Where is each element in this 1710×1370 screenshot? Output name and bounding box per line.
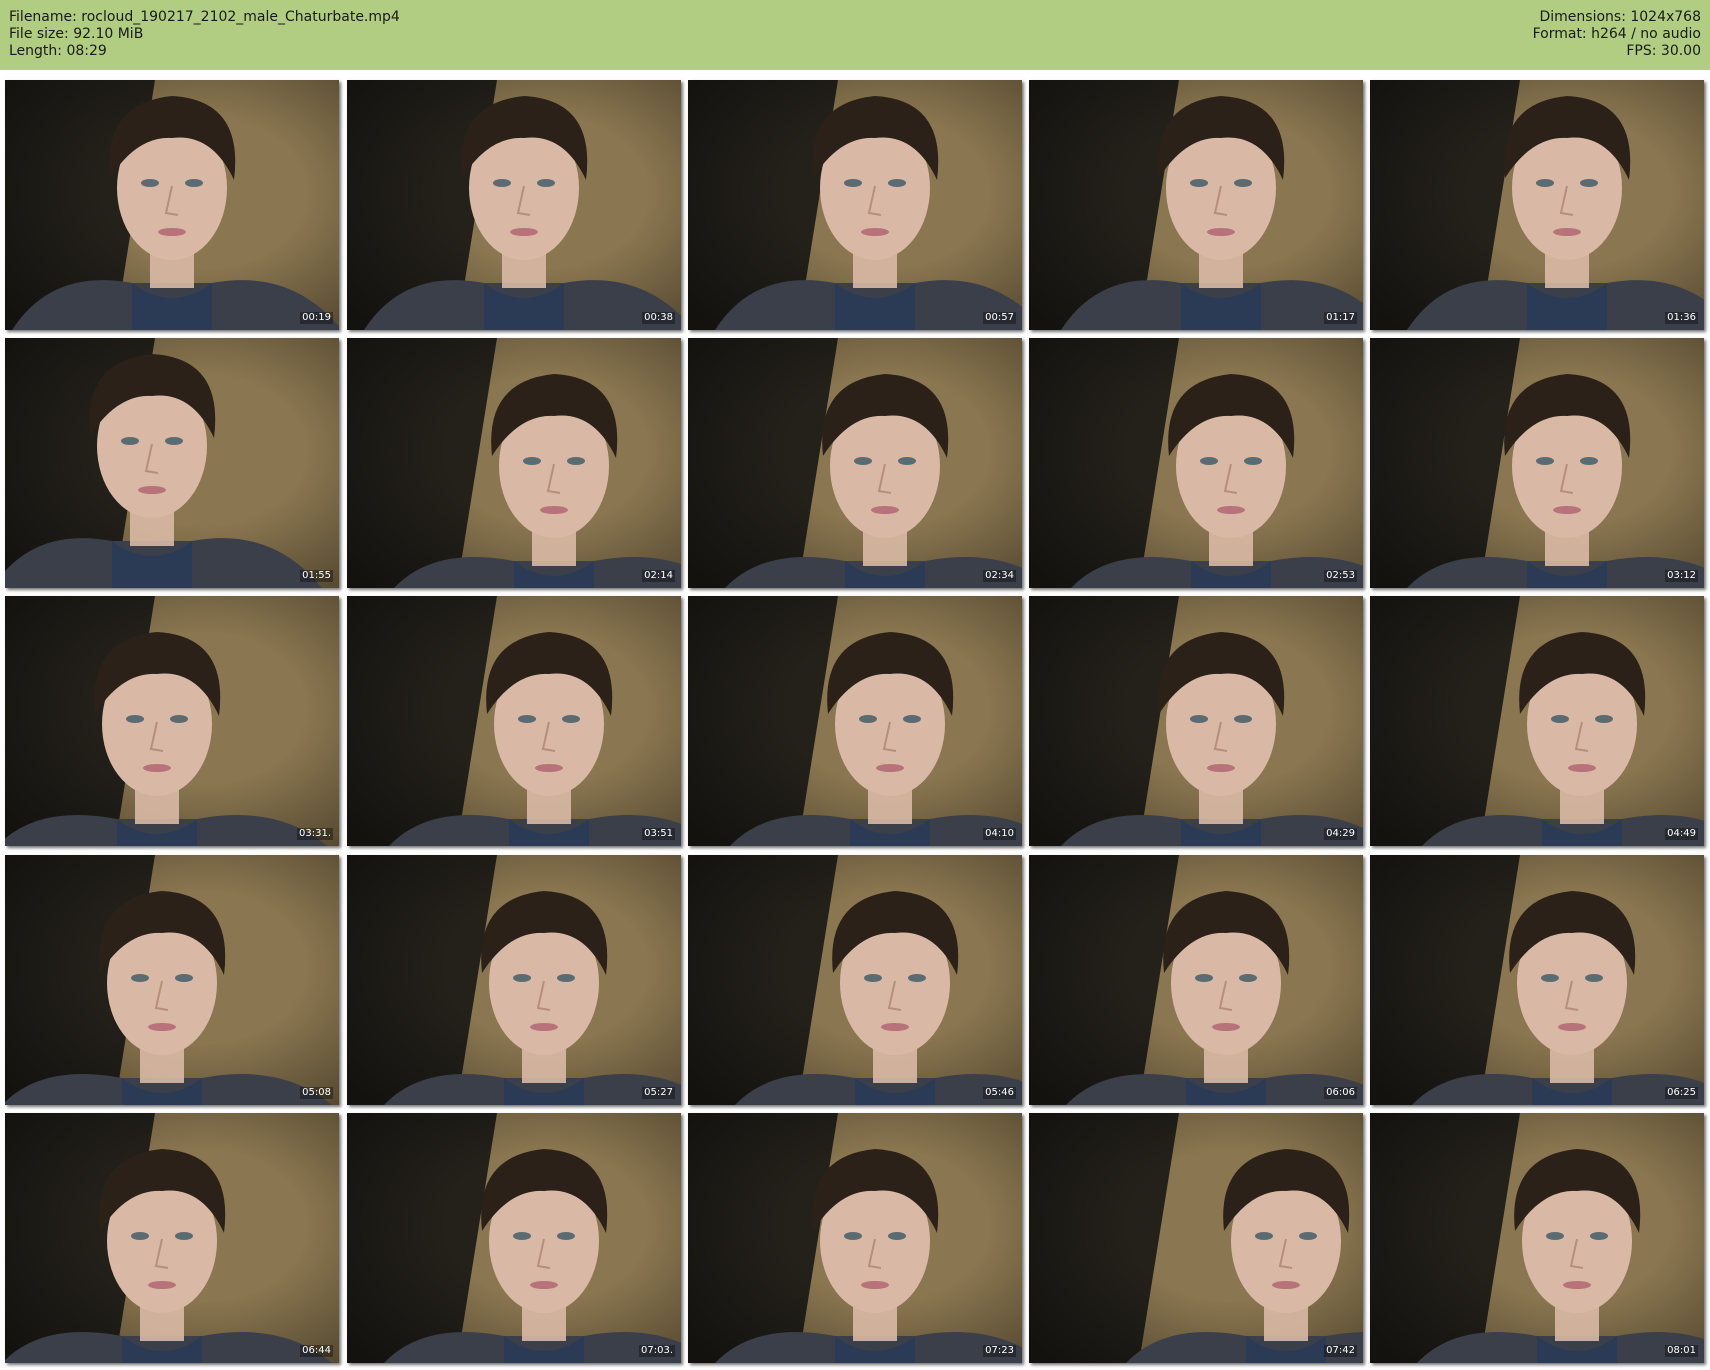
dimensions-text: Dimensions: 1024x768	[1539, 9, 1701, 25]
frame-image	[347, 338, 681, 588]
video-thumbnail[interactable]: 02:34	[688, 338, 1022, 588]
video-thumbnail[interactable]: 03:31.	[5, 596, 339, 846]
video-thumbnail[interactable]: 04:10	[688, 596, 1022, 846]
file-info: Filename: rocloud_190217_2102_male_Chatu…	[9, 9, 400, 60]
video-thumbnail[interactable]: 01:17	[1029, 80, 1363, 330]
timestamp-label: 08:01	[1665, 1345, 1698, 1357]
thumbnail-grid: 00:19 00:38 00:57 01:17 01:36 01:55 02:14 02:34…	[0, 70, 1710, 1370]
video-thumbnail[interactable]: 00:19	[5, 80, 339, 330]
video-thumbnail[interactable]: 02:53	[1029, 338, 1363, 588]
video-thumbnail[interactable]: 01:36	[1370, 80, 1704, 330]
fps-text: FPS: 30.00	[1626, 43, 1701, 59]
video-thumbnail[interactable]: 01:55	[5, 338, 339, 588]
frame-image	[1029, 596, 1363, 846]
length-text: Length: 08:29	[9, 43, 107, 59]
video-thumbnail[interactable]: 07:03.	[347, 1113, 681, 1363]
timestamp-label: 02:53	[1324, 570, 1357, 582]
timestamp-label: 04:49	[1665, 828, 1698, 840]
frame-image	[1370, 596, 1704, 846]
frame-image	[1029, 1113, 1363, 1363]
timestamp-label: 01:36	[1665, 312, 1698, 324]
frame-image	[347, 80, 681, 330]
frame-image	[1370, 855, 1704, 1105]
frame-image	[347, 1113, 681, 1363]
frame-image	[1370, 338, 1704, 588]
video-thumbnail[interactable]: 06:44	[5, 1113, 339, 1363]
timestamp-label: 00:38	[642, 312, 675, 324]
frame-image	[5, 855, 339, 1105]
frame-image	[688, 1113, 1022, 1363]
timestamp-label: 07:23	[983, 1345, 1016, 1357]
frame-image	[688, 855, 1022, 1105]
timestamp-label: 06:44	[300, 1345, 333, 1357]
video-thumbnail[interactable]: 02:14	[347, 338, 681, 588]
timestamp-label: 05:46	[983, 1087, 1016, 1099]
timestamp-label: 07:03.	[639, 1345, 675, 1357]
video-thumbnail[interactable]: 06:06	[1029, 855, 1363, 1105]
video-thumbnail[interactable]: 07:23	[688, 1113, 1022, 1363]
video-thumbnail[interactable]: 04:29	[1029, 596, 1363, 846]
frame-image	[347, 596, 681, 846]
video-thumbnail[interactable]: 03:12	[1370, 338, 1704, 588]
timestamp-label: 04:10	[983, 828, 1016, 840]
video-thumbnail[interactable]: 06:25	[1370, 855, 1704, 1105]
filesize-text: File size: 92.10 MiB	[9, 26, 144, 42]
video-thumbnail[interactable]: 08:01	[1370, 1113, 1704, 1363]
video-thumbnail[interactable]: 04:49	[1370, 596, 1704, 846]
video-thumbnail[interactable]: 05:08	[5, 855, 339, 1105]
timestamp-label: 02:14	[642, 570, 675, 582]
timestamp-label: 02:34	[983, 570, 1016, 582]
frame-image	[1370, 1113, 1704, 1363]
format-text: Format: h264 / no audio	[1532, 26, 1701, 42]
video-thumbnail[interactable]: 00:38	[347, 80, 681, 330]
timestamp-label: 03:31.	[297, 828, 333, 840]
filename-text: Filename: rocloud_190217_2102_male_Chatu…	[9, 9, 400, 25]
video-info: Dimensions: 1024x768 Format: h264 / no a…	[1533, 9, 1701, 60]
timestamp-label: 01:55	[300, 570, 333, 582]
frame-image	[1029, 855, 1363, 1105]
timestamp-label: 07:42	[1324, 1345, 1357, 1357]
video-thumbnail[interactable]: 00:57	[688, 80, 1022, 330]
timestamp-label: 06:06	[1324, 1087, 1357, 1099]
frame-image	[688, 338, 1022, 588]
frame-image	[1370, 80, 1704, 330]
video-thumbnail[interactable]: 05:46	[688, 855, 1022, 1105]
timestamp-label: 04:29	[1324, 828, 1357, 840]
video-thumbnail[interactable]: 05:27	[347, 855, 681, 1105]
frame-image	[1029, 338, 1363, 588]
video-thumbnail[interactable]: 03:51	[347, 596, 681, 846]
frame-image	[5, 1113, 339, 1363]
timestamp-label: 00:19	[300, 312, 333, 324]
frame-image	[347, 855, 681, 1105]
frame-image	[5, 596, 339, 846]
timestamp-label: 03:12	[1665, 570, 1698, 582]
timestamp-label: 06:25	[1665, 1087, 1698, 1099]
timestamp-label: 05:27	[642, 1087, 675, 1099]
timestamp-label: 00:57	[983, 312, 1016, 324]
timestamp-label: 05:08	[300, 1087, 333, 1099]
frame-image	[5, 338, 339, 588]
info-header: Filename: rocloud_190217_2102_male_Chatu…	[0, 0, 1710, 70]
video-thumbnail[interactable]: 07:42	[1029, 1113, 1363, 1363]
frame-image	[688, 596, 1022, 846]
timestamp-label: 01:17	[1324, 312, 1357, 324]
frame-image	[688, 80, 1022, 330]
frame-image	[1029, 80, 1363, 330]
timestamp-label: 03:51	[642, 828, 675, 840]
frame-image	[5, 80, 339, 330]
